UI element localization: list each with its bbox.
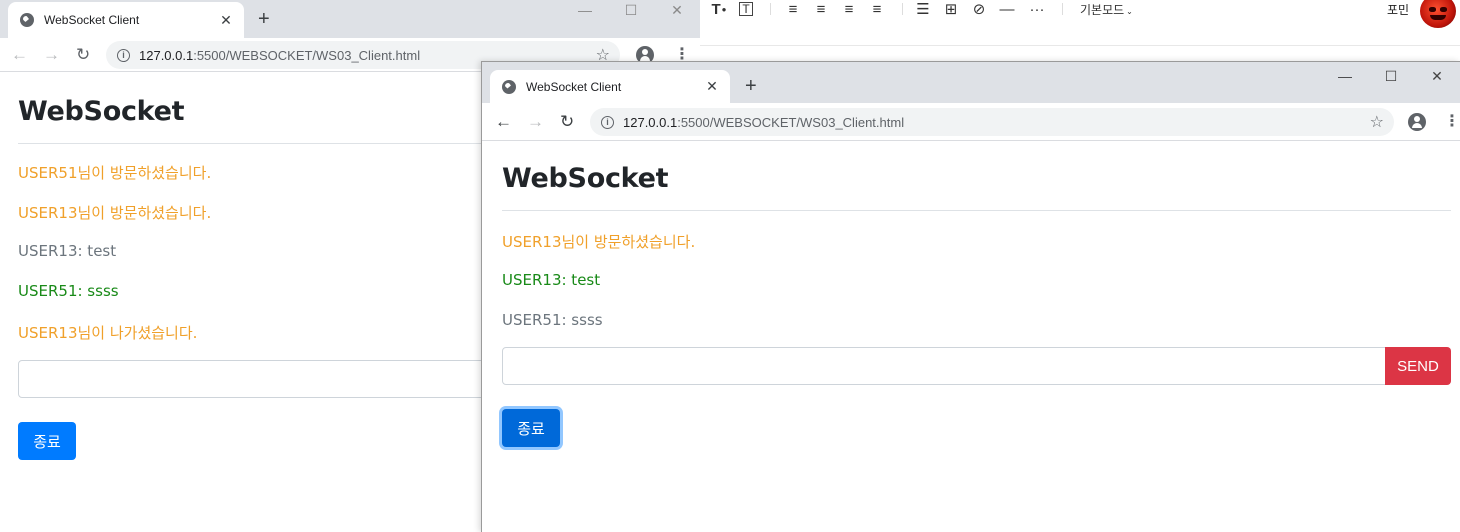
info-icon[interactable]: i: [601, 115, 614, 129]
close-window-button[interactable]: ✕: [654, 0, 700, 20]
toolbar-divider: [770, 3, 771, 15]
avatar[interactable]: [1420, 0, 1456, 28]
tab-title: WebSocket Client: [526, 79, 622, 94]
align-center-icon[interactable]: ≡: [812, 0, 830, 18]
chat-message: USER51: ssss: [502, 311, 603, 329]
close-tab-icon[interactable]: ✕: [704, 78, 720, 95]
minimize-button[interactable]: —: [562, 0, 608, 20]
chevron-down-icon: ⌄: [1126, 7, 1133, 16]
new-tab-button[interactable]: +: [258, 9, 270, 29]
chat-message: USER51: ssss: [18, 282, 119, 300]
chat-message: USER51님이 방문하셨습니다.: [18, 164, 212, 182]
bookmark-star-icon[interactable]: ☆: [1370, 112, 1384, 132]
chat-message: USER13: test: [502, 271, 601, 289]
message-input[interactable]: [502, 347, 1386, 385]
align-left-icon[interactable]: ≡: [784, 0, 802, 18]
forward-arrow-icon[interactable]: →: [43, 38, 60, 71]
page-title: WebSocket: [502, 163, 669, 194]
horizontal-line-icon[interactable]: —: [998, 0, 1016, 18]
align-right-icon[interactable]: ≡: [840, 0, 858, 18]
address-bar-row: ← → ↻ i 127.0.0.1:5500/WEBSOCKET/WS03_Cl…: [482, 103, 1460, 141]
tab-title: WebSocket Client: [44, 13, 140, 27]
chat-message: USER13님이 나가셨습니다.: [18, 324, 198, 342]
maximize-button[interactable]: ☐: [1368, 62, 1414, 90]
page-content: WebSocket USER13님이 방문하셨습니다. USER13: test…: [482, 141, 1460, 532]
list-icon[interactable]: ☰: [914, 0, 932, 18]
close-tab-icon[interactable]: ✕: [218, 12, 234, 29]
title-bar: WebSocket Client ✕ + — ☐ ✕: [482, 62, 1460, 103]
maximize-button[interactable]: ☐: [608, 0, 654, 20]
align-justify-icon[interactable]: ≡: [868, 0, 886, 18]
editor-mode-select[interactable]: 기본모드 ⌄: [1080, 1, 1133, 18]
chat-message: USER13님이 방문하셨습니다.: [18, 204, 212, 222]
url-text[interactable]: 127.0.0.1:5500/WEBSOCKET/WS03_Client.htm…: [623, 115, 1370, 130]
browser-window-front: WebSocket Client ✕ + — ☐ ✕ ← → ↻ i 127.0…: [481, 61, 1460, 532]
kebab-menu-icon[interactable]: ⋮: [1444, 114, 1460, 130]
end-button[interactable]: 종료: [502, 409, 560, 447]
reload-icon[interactable]: ↻: [560, 103, 574, 140]
window-controls: — ☐ ✕: [562, 0, 700, 20]
title-divider: [502, 210, 1451, 211]
end-button[interactable]: 종료: [18, 422, 76, 460]
profile-icon[interactable]: [1408, 113, 1426, 131]
globe-icon: [20, 13, 34, 27]
toolbar-divider: [1062, 3, 1063, 15]
address-bar[interactable]: i 127.0.0.1:5500/WEBSOCKET/WS03_Client.h…: [590, 108, 1394, 136]
info-icon[interactable]: i: [117, 48, 130, 62]
editor-toolbar: T ● T ≡ ≡ ≡ ≡ ☰ ⊞ ⊘ — ··· 기본모드 ⌄ 포민: [700, 0, 1460, 46]
window-controls: — ☐ ✕: [1322, 62, 1460, 90]
new-tab-button[interactable]: +: [745, 76, 757, 96]
tab-websocket-client[interactable]: WebSocket Client ✕: [8, 2, 244, 38]
editor-mode-label: 기본모드: [1080, 3, 1125, 17]
chat-message: USER13: test: [18, 242, 117, 260]
title-bar: WebSocket Client ✕ + — ☐ ✕: [0, 0, 700, 38]
forward-arrow-icon[interactable]: →: [527, 103, 544, 140]
title-divider: [18, 143, 488, 144]
text-box-icon[interactable]: T: [736, 0, 756, 18]
message-input[interactable]: [18, 360, 498, 398]
send-button[interactable]: SEND: [1385, 347, 1451, 385]
back-arrow-icon[interactable]: ←: [11, 38, 28, 71]
minimize-button[interactable]: —: [1322, 62, 1368, 90]
chat-message: USER13님이 방문하셨습니다.: [502, 233, 696, 251]
link-icon[interactable]: ⊘: [970, 0, 988, 18]
toolbar-divider: [902, 3, 903, 15]
tab-websocket-client[interactable]: WebSocket Client ✕: [490, 70, 730, 103]
table-icon[interactable]: ⊞: [942, 0, 960, 18]
globe-icon: [502, 79, 516, 94]
reload-icon[interactable]: ↻: [76, 38, 90, 71]
back-arrow-icon[interactable]: ←: [495, 103, 512, 140]
close-window-button[interactable]: ✕: [1414, 62, 1460, 90]
page-title: WebSocket: [18, 96, 185, 127]
more-icon[interactable]: ···: [1026, 0, 1048, 18]
user-name: 포민: [1387, 3, 1410, 17]
text-color-icon[interactable]: T ●: [708, 0, 730, 18]
